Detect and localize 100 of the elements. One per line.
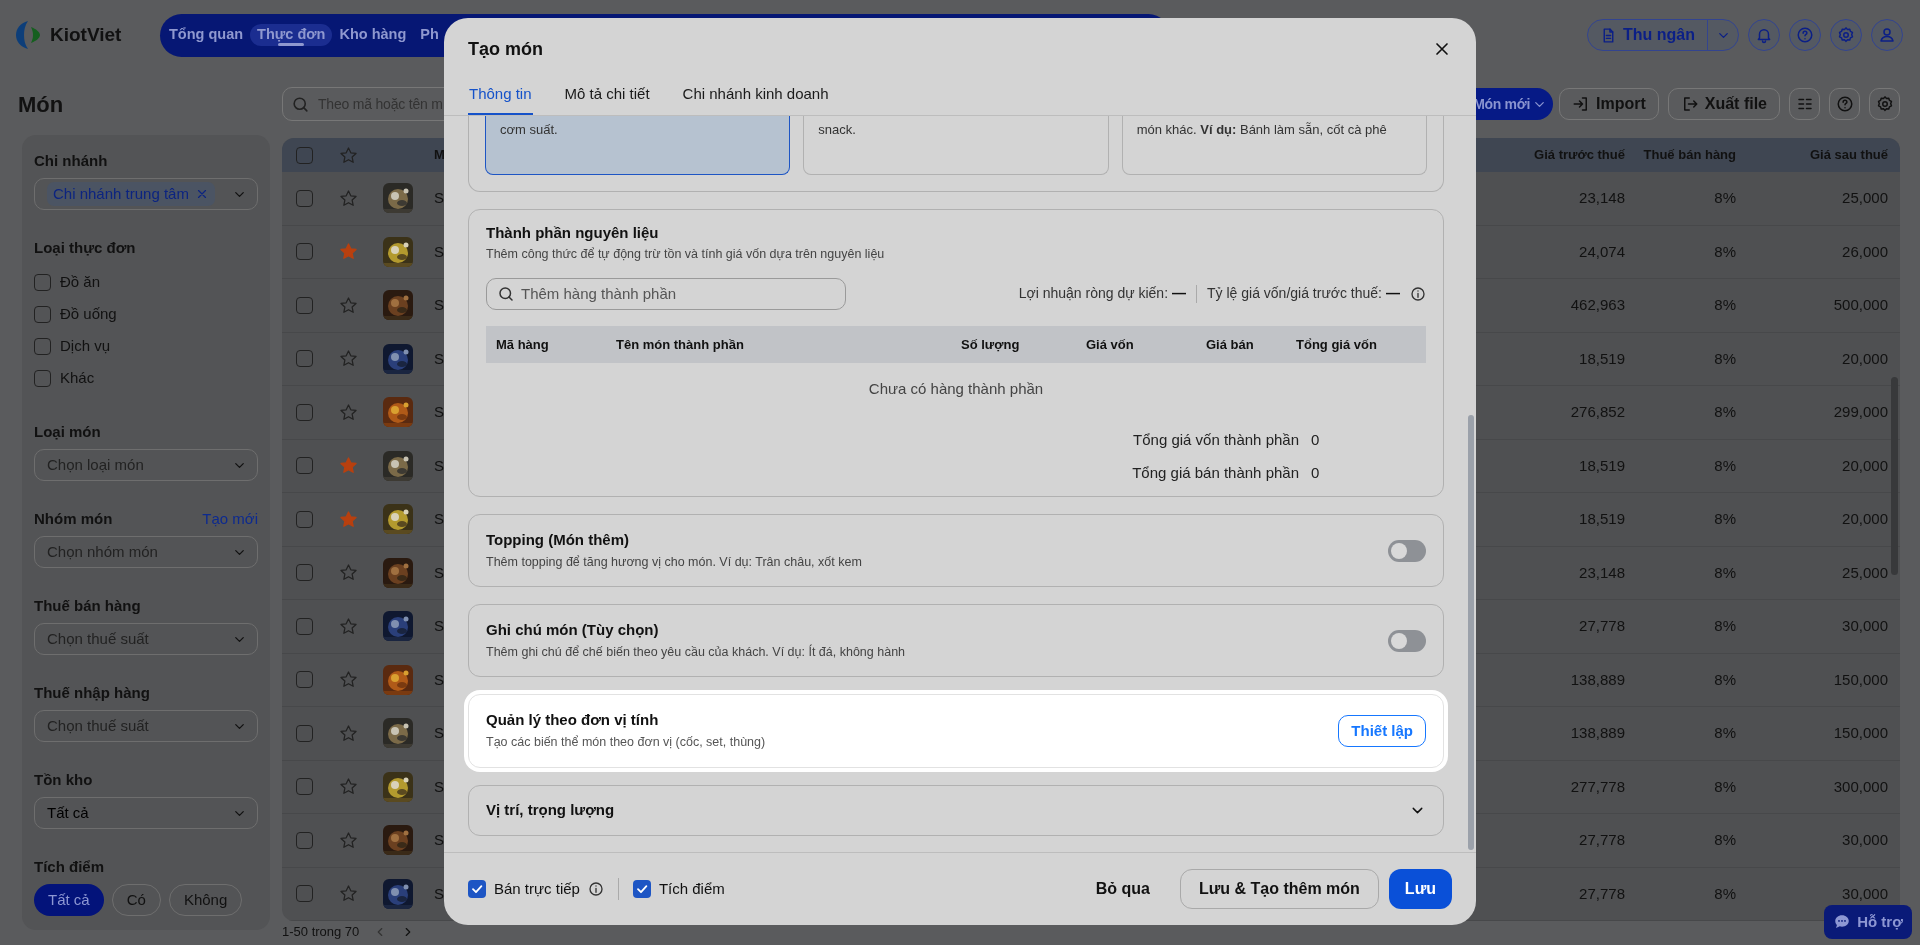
support-button[interactable]: Hỗ trợ [1824, 905, 1912, 939]
checkbox[interactable] [34, 337, 51, 355]
table-cell: 8% [1714, 884, 1736, 902]
table-cell: 27,778 [1579, 831, 1625, 848]
checkbox[interactable] [295, 778, 313, 796]
setup-button[interactable]: Thiết lập [1338, 715, 1426, 747]
column-header: Tổng giá vốn [1296, 335, 1378, 354]
table-cell: 30,000 [1842, 617, 1888, 634]
columns-button[interactable] [1789, 88, 1820, 120]
checkbox[interactable] [468, 880, 486, 898]
toggle-switch[interactable] [1388, 539, 1426, 562]
import-button[interactable]: Import [1559, 88, 1659, 120]
table-cell: 20,000 [1842, 456, 1888, 474]
search-icon [497, 284, 515, 303]
checkbox[interactable] [632, 880, 651, 898]
star-icon[interactable] [338, 188, 358, 208]
notifications-button[interactable] [1748, 19, 1780, 51]
chat-icon [1833, 913, 1852, 931]
collapsible-section[interactable]: Vị trí, trọng lượng [468, 785, 1444, 836]
section-title: Vị trí, trọng lượng [486, 800, 615, 821]
table-cell: 8% [1714, 724, 1736, 741]
filter-label: Thuế nhập hàng [34, 682, 150, 703]
column-header: Giá sau thuế [1809, 147, 1888, 163]
checkbox[interactable] [295, 617, 313, 635]
settings-button[interactable] [1869, 88, 1900, 120]
checkbox[interactable] [295, 146, 313, 164]
cancel-button[interactable]: Bỏ qua [1081, 869, 1164, 909]
table-cell: 8% [1714, 456, 1736, 474]
account-button[interactable] [1871, 19, 1903, 51]
checkbox[interactable] [295, 724, 313, 742]
star-icon[interactable] [338, 616, 358, 636]
checkbox[interactable] [295, 885, 313, 903]
nav-tab[interactable]: Kho hàng [332, 24, 414, 46]
nav-tab[interactable]: Thực đơn [250, 24, 333, 46]
segment-button[interactable]: Tất cả [34, 884, 104, 916]
table-cell: 27,778 [1579, 617, 1625, 634]
help-icon [1796, 26, 1814, 44]
scrollbar[interactable] [1468, 415, 1474, 850]
star-icon[interactable] [338, 884, 358, 904]
checkbox[interactable] [34, 273, 51, 291]
tab[interactable]: Mô tả chi tiết [563, 76, 651, 115]
search-icon [291, 94, 310, 114]
table-cell: 8% [1714, 296, 1736, 313]
checkbox[interactable] [295, 296, 313, 314]
nav-tab[interactable]: Ph [413, 24, 446, 46]
table-cell: 8% [1714, 831, 1736, 848]
table-cell: 276,852 [1570, 403, 1625, 420]
table-cell: S [434, 242, 444, 260]
star-icon[interactable] [338, 723, 358, 743]
star-icon[interactable] [338, 295, 358, 315]
star-icon[interactable] [338, 349, 358, 369]
help-button[interactable] [1829, 88, 1860, 120]
option-card[interactable]: cơm suất. [485, 116, 791, 175]
checkbox[interactable] [34, 305, 51, 323]
star-icon[interactable] [338, 402, 358, 422]
table-cell: S [434, 349, 444, 367]
tab[interactable]: Chi nhánh kinh doanh [681, 76, 830, 115]
help-button[interactable] [1789, 19, 1821, 51]
toggle-switch[interactable] [1388, 629, 1426, 652]
pagination-info: 1-50 trong 70 [282, 923, 360, 942]
checkbox[interactable] [295, 510, 313, 528]
table-cell: 150,000 [1833, 670, 1888, 688]
star-icon[interactable] [338, 242, 358, 262]
select-field[interactable]: Tất cả [34, 797, 258, 829]
table-cell: S [434, 831, 444, 848]
table-cell: 25,000 [1842, 563, 1888, 581]
nav-tab[interactable]: Tổng quan [162, 24, 251, 46]
column-header: Giá vốn [1086, 335, 1135, 354]
star-icon[interactable] [338, 509, 358, 529]
checkbox[interactable] [295, 564, 313, 582]
stat-label: Lợi nhuận ròng dự kiến: [1018, 284, 1169, 304]
star-icon[interactable] [338, 563, 358, 583]
checkbox[interactable] [295, 831, 313, 849]
star-icon[interactable] [338, 456, 358, 476]
table-cell: 8% [1714, 670, 1736, 688]
search-field[interactable]: Thêm hàng thành phần [486, 277, 846, 310]
star-icon[interactable] [338, 670, 358, 690]
bell-icon [1755, 26, 1773, 44]
checkbox[interactable] [295, 189, 313, 207]
checkbox[interactable] [295, 457, 313, 475]
export-button[interactable]: Xuất file [1667, 88, 1780, 120]
table-cell: 150,000 [1833, 724, 1888, 741]
table-cell: S [434, 724, 444, 741]
checkbox[interactable] [295, 403, 313, 421]
option-card[interactable]: món khác. Ví dụ: Bánh làm sẵn, cốt cà phê [1121, 116, 1427, 175]
checkbox[interactable] [295, 350, 313, 368]
option-card[interactable]: snack. [803, 116, 1109, 175]
table-cell: 26,000 [1842, 242, 1888, 260]
checkbox[interactable] [34, 369, 51, 387]
settings-button[interactable] [1830, 19, 1862, 51]
stat-value: — [1172, 284, 1187, 304]
save-button[interactable]: Lưu [1388, 869, 1452, 909]
checkbox[interactable] [295, 671, 313, 689]
save-and-new-button[interactable]: Lưu & Tạo thêm món [1179, 869, 1379, 909]
table-cell: 30,000 [1842, 884, 1888, 902]
star-icon[interactable] [338, 777, 358, 797]
table-cell: 23,148 [1579, 563, 1625, 581]
star-icon[interactable] [338, 830, 358, 850]
checkbox[interactable] [295, 243, 313, 261]
table-cell: 25,000 [1842, 189, 1888, 206]
